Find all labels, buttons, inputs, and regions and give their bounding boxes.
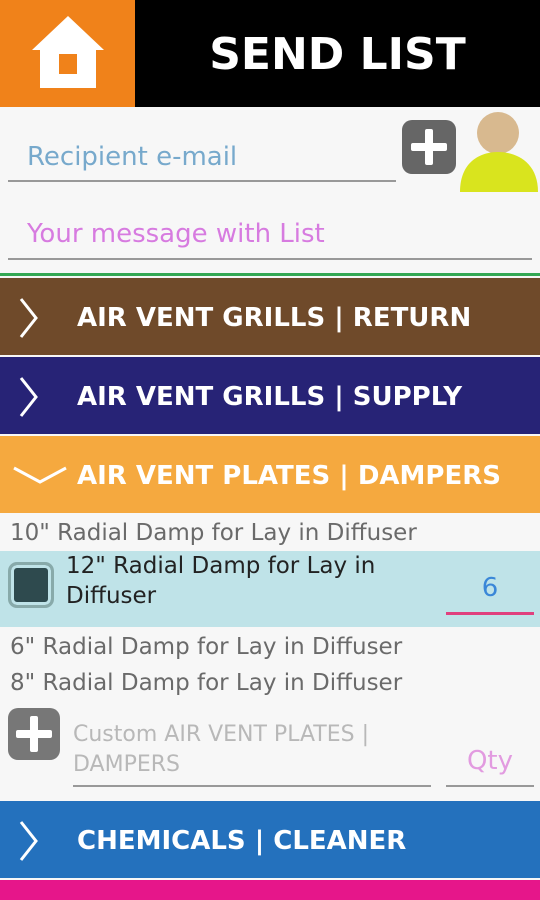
divider (0, 273, 540, 276)
custom-item-input[interactable]: Custom AIR VENT PLATES | DAMPERS (73, 720, 369, 780)
custom-item-underline (73, 785, 431, 787)
category-label: AIR VENT PLATES | DAMPERS (77, 461, 501, 491)
chevron-right-icon (19, 821, 38, 861)
contact-avatar[interactable] (458, 110, 540, 195)
header-bar: SEND LIST (0, 0, 540, 107)
home-button[interactable] (0, 0, 135, 107)
list-item[interactable]: 6" Radial Damp for Lay in Diffuser (10, 634, 402, 660)
custom-item-placeholder-line1: Custom AIR VENT PLATES | (73, 722, 370, 747)
category-label: AIR VENT GRILLS | SUPPLY (77, 382, 463, 412)
chevron-down-icon (13, 466, 67, 484)
person-icon (460, 112, 538, 192)
recipient-email-placeholder: Recipient e-mail (27, 142, 238, 172)
category-chemicals-cleaner[interactable]: CHEMICALS | CLEANER (0, 801, 540, 878)
chevron-right-icon (19, 298, 38, 338)
page-title: SEND LIST (209, 29, 466, 80)
selected-item-label-line1: 12" Radial Damp for Lay in (66, 553, 376, 579)
category-label: CHEMICALS | CLEANER (77, 826, 407, 856)
message-placeholder: Your message with List (27, 219, 325, 249)
item-checkbox[interactable] (8, 562, 54, 608)
category-label: AIR VENT GRILLS | RETURN (77, 303, 472, 333)
custom-item-placeholder-line2: DAMPERS (73, 752, 181, 777)
selected-item-label: 12" Radial Damp for Lay in Diffuser (66, 551, 375, 611)
home-icon (32, 16, 104, 88)
category-air-vent-grills-supply[interactable]: AIR VENT GRILLS | SUPPLY (0, 357, 540, 434)
custom-qty-input[interactable]: Qty (446, 746, 534, 776)
selected-item-label-line2: Diffuser (66, 583, 157, 609)
quantity-underline (446, 612, 534, 615)
category-next-partial[interactable] (0, 880, 540, 900)
category-air-vent-plates-dampers[interactable]: AIR VENT PLATES | DAMPERS (0, 436, 540, 513)
quantity-input[interactable]: 6 (446, 573, 534, 603)
list-item-selected[interactable]: 12" Radial Damp for Lay in Diffuser 6 (0, 551, 540, 627)
add-contact-button[interactable] (402, 120, 456, 174)
list-item[interactable]: 8" Radial Damp for Lay in Diffuser (10, 670, 402, 696)
chevron-right-icon (19, 377, 38, 417)
add-custom-item-button[interactable] (8, 708, 60, 760)
category-air-vent-grills-return[interactable]: AIR VENT GRILLS | RETURN (0, 278, 540, 355)
list-item[interactable]: 10" Radial Damp for Lay in Diffuser (10, 520, 417, 546)
custom-qty-underline (446, 785, 534, 787)
